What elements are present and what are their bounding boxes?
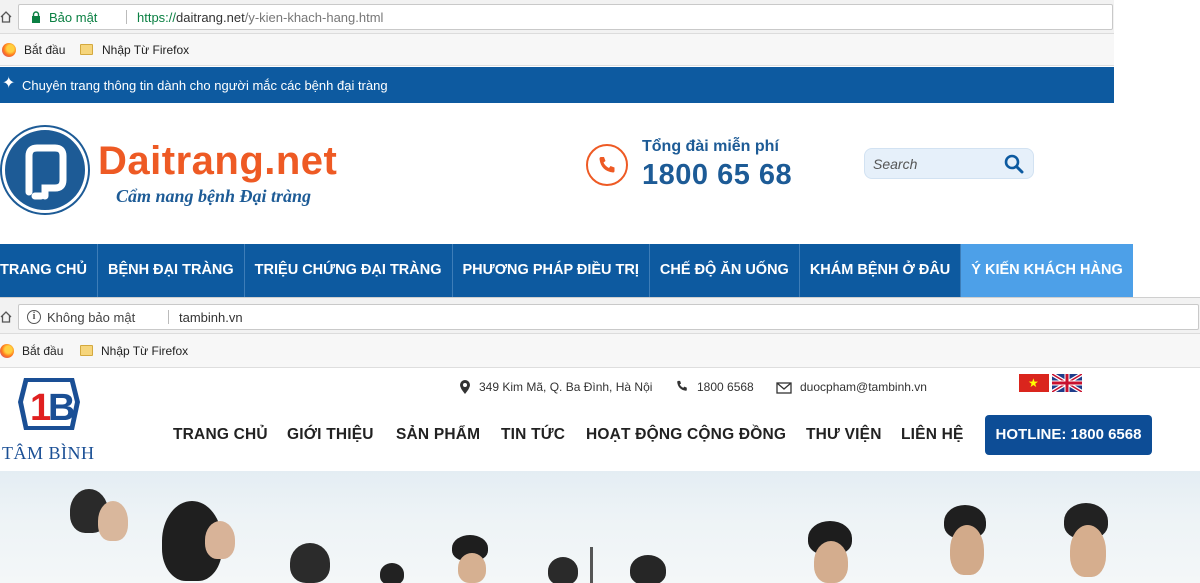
hero-banner-image [0, 471, 1200, 583]
url-text: https://daitrang.net/y-kien-khach-hang.h… [137, 10, 383, 25]
person-figure [205, 521, 235, 559]
svg-text:B: B [48, 387, 75, 429]
nav-contact[interactable]: LIÊN HỆ [901, 426, 964, 444]
divider [126, 10, 127, 24]
sparkle-icon: ✦ [2, 75, 16, 92]
person-figure [950, 525, 984, 575]
browser-window-daitrang: Bảo mật https://daitrang.net/y-kien-khac… [0, 0, 1200, 297]
bookmarks-bar: Bắt đầu Nhập Từ Firefox [0, 34, 1114, 66]
bookmark-import-firefox[interactable]: Nhập Từ Firefox [101, 344, 188, 358]
address-toolbar: i Không bảo mật tambinh.vn [0, 298, 1200, 334]
nav-diet[interactable]: CHẾ ĐỘ ĂN UỐNG [650, 244, 800, 297]
browser-window-tambinh: i Không bảo mật tambinh.vn Bắt đầu Nhập … [0, 297, 1200, 583]
person-figure [380, 563, 404, 583]
person-figure [630, 555, 666, 583]
home-icon[interactable] [0, 11, 12, 23]
bookmark-start[interactable]: Bắt đầu [24, 43, 65, 57]
site-header: Daitrang.net Cẩm nang bệnh Đại tràng Tổn… [0, 103, 1114, 244]
nav-library[interactable]: THƯ VIỆN [806, 426, 882, 444]
url-host: daitrang.net [176, 10, 245, 25]
person-figure [290, 543, 330, 583]
site-tagline: Chuyên trang thông tin dành cho người mắ… [22, 78, 388, 93]
company-email[interactable]: duocpham@tambinh.vn [800, 380, 927, 394]
site-topbar: ✦ Chuyên trang thông tin dành cho người … [0, 67, 1114, 103]
company-phone[interactable]: 1800 6568 [697, 380, 754, 394]
nav-symptoms[interactable]: TRIỆU CHỨNG ĐẠI TRÀNG [245, 244, 453, 297]
security-label: Không bảo mật [47, 310, 136, 325]
company-address: 349 Kim Mã, Q. Ba Đình, Hà Nội [479, 380, 653, 394]
nav-home[interactable]: TRANG CHỦ [173, 426, 268, 444]
home-icon[interactable] [0, 311, 12, 323]
person-figure [548, 557, 578, 583]
bookmark-start[interactable]: Bắt đầu [22, 344, 63, 358]
person-figure [814, 541, 848, 583]
nav-products[interactable]: SẢN PHẨM [396, 426, 480, 444]
search-input[interactable] [873, 154, 998, 174]
hotline-button[interactable]: HOTLINE: 1800 6568 [985, 415, 1152, 455]
site-brand[interactable]: Daitrang.net [98, 139, 337, 184]
nav-about[interactable]: GIỚI THIỆU [287, 426, 374, 444]
firefox-icon [2, 43, 16, 57]
vietnamese-flag-icon[interactable]: ★ [1019, 374, 1049, 392]
logo-text: TÂM BÌNH [2, 443, 95, 463]
pole [590, 547, 593, 583]
nav-where-to-examine[interactable]: KHÁM BỆNH Ở ĐÂU [800, 244, 962, 297]
person-figure [458, 553, 486, 583]
folder-icon [80, 44, 93, 55]
nav-home[interactable]: TRANG CHỦ [0, 244, 98, 297]
location-icon [459, 379, 473, 395]
lock-icon [31, 11, 41, 23]
phone-icon [586, 144, 628, 186]
phone-icon [675, 379, 689, 395]
tambinh-logo-icon[interactable]: 1 B [14, 374, 84, 434]
person-figure [98, 501, 128, 541]
english-flag-icon[interactable] [1050, 372, 1084, 394]
person-figure [1070, 525, 1106, 577]
bookmark-import-firefox[interactable]: Nhập Từ Firefox [102, 43, 189, 57]
url-scheme: https:// [137, 10, 177, 25]
search-form [864, 148, 1034, 179]
nav-colon-disease[interactable]: BỆNH ĐẠI TRÀNG [98, 244, 245, 297]
colon-logo-icon[interactable] [2, 127, 88, 213]
folder-icon [80, 345, 93, 356]
firefox-icon [0, 344, 14, 358]
hotline-number[interactable]: 1800 65 68 [642, 159, 792, 192]
bookmarks-bar: Bắt đầu Nhập Từ Firefox [0, 334, 1200, 368]
info-icon[interactable]: i [27, 310, 41, 324]
address-toolbar: Bảo mật https://daitrang.net/y-kien-khac… [0, 0, 1114, 34]
nav-news[interactable]: TIN TỨC [501, 426, 565, 444]
nav-community[interactable]: HOẠT ĐỘNG CỘNG ĐỒNG [586, 426, 786, 444]
security-label: Bảo mật [49, 10, 98, 25]
url-text: tambinh.vn [179, 310, 243, 325]
main-nav: TRANG CHỦ BỆNH ĐẠI TRÀNG TRIỆU CHỨNG ĐẠI… [0, 244, 1133, 297]
address-bar[interactable]: Bảo mật https://daitrang.net/y-kien-khac… [18, 4, 1113, 30]
site-slogan: Cẩm nang bệnh Đại tràng [116, 186, 312, 206]
divider [168, 310, 169, 324]
site-header: 1 B TÂM BÌNH 349 Kim Mã, Q. Ba Đình, Hà … [0, 368, 1200, 471]
nav-customer-feedback[interactable]: Ý KIẾN KHÁCH HÀNG [961, 244, 1133, 297]
url-path: /y-kien-khach-hang.html [244, 10, 384, 25]
email-icon [776, 381, 792, 397]
hotline-label: Tổng đài miễn phí [642, 138, 779, 155]
address-bar[interactable]: i Không bảo mật tambinh.vn [18, 304, 1199, 330]
nav-treatment[interactable]: PHƯƠNG PHÁP ĐIỀU TRỊ [453, 244, 650, 297]
search-icon[interactable] [1003, 153, 1025, 175]
